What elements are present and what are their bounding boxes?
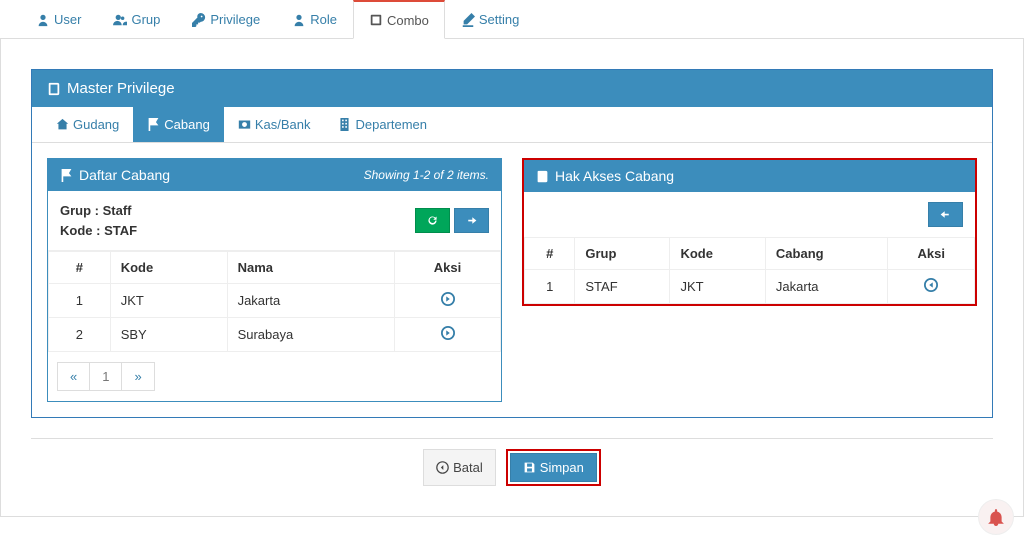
subtab-departemen[interactable]: Departemen <box>324 107 441 142</box>
book-icon <box>536 170 549 183</box>
add-row-button[interactable] <box>441 294 455 309</box>
tab-label: Role <box>310 12 337 27</box>
flag-icon <box>147 118 160 131</box>
building-icon <box>338 118 351 131</box>
money-icon <box>238 118 251 131</box>
col-aksi: Aksi <box>395 252 501 284</box>
tab-label: Privilege <box>210 12 260 27</box>
sub-tabs: Gudang Cabang Kas/Bank Departemen <box>32 107 992 143</box>
tab-grup[interactable]: Grup <box>97 0 176 38</box>
col-grup: Grup <box>575 238 670 270</box>
flag-icon <box>60 169 73 182</box>
col-num: # <box>525 238 575 270</box>
daftar-cabang-box: Daftar Cabang Showing 1-2 of 2 items. Gr… <box>47 158 502 402</box>
tab-user[interactable]: User <box>20 0 97 38</box>
user-icon <box>36 13 50 27</box>
subtab-label: Cabang <box>164 117 210 132</box>
col-cabang: Cabang <box>765 238 888 270</box>
tab-label: Combo <box>387 13 429 28</box>
box-title: Hak Akses Cabang <box>555 168 674 184</box>
bell-icon <box>987 508 1005 526</box>
page-next[interactable]: » <box>121 362 154 391</box>
simpan-button[interactable]: Simpan <box>510 453 597 482</box>
page-number[interactable]: 1 <box>89 362 122 391</box>
page-prev[interactable]: « <box>57 362 90 391</box>
table-row: 1 JKT Jakarta <box>49 284 501 318</box>
tab-role[interactable]: Role <box>276 0 353 38</box>
subtab-cabang[interactable]: Cabang <box>133 107 224 142</box>
col-num: # <box>49 252 111 284</box>
col-kode: Kode <box>110 252 227 284</box>
group-info: Grup : Staff Kode : STAF <box>60 201 137 240</box>
arrow-left-icon <box>939 208 952 221</box>
box-title: Daftar Cabang <box>79 167 170 183</box>
unassign-all-button[interactable] <box>928 202 963 227</box>
role-icon <box>292 13 306 27</box>
refresh-button[interactable] <box>415 208 450 233</box>
users-icon <box>113 13 127 27</box>
footer-buttons: Batal Simpan <box>31 438 993 496</box>
remove-row-button[interactable] <box>924 280 938 295</box>
key-icon <box>192 13 206 27</box>
akses-table: # Grup Kode Cabang Aksi 1 ST <box>524 237 975 304</box>
batal-button[interactable]: Batal <box>423 449 496 486</box>
book-icon <box>369 13 383 27</box>
subtab-label: Departemen <box>355 117 427 132</box>
tab-setting[interactable]: Setting <box>445 0 535 38</box>
add-row-button[interactable] <box>441 328 455 343</box>
list-summary: Showing 1-2 of 2 items. <box>364 168 489 182</box>
refresh-icon <box>426 214 439 227</box>
hak-akses-box: Hak Akses Cabang # <box>522 158 977 306</box>
master-privilege-panel: Master Privilege Gudang Cabang Kas/Bank <box>31 69 993 418</box>
col-aksi: Aksi <box>888 238 975 270</box>
subtab-label: Kas/Bank <box>255 117 311 132</box>
arrow-circle-right-icon <box>441 326 455 340</box>
arrow-right-icon <box>465 214 478 227</box>
tab-label: Grup <box>131 12 160 27</box>
book-icon <box>47 82 61 96</box>
cabang-table: # Kode Nama Aksi 1 JKT Jakar <box>48 251 501 352</box>
simpan-highlight: Simpan <box>506 449 601 486</box>
col-nama: Nama <box>227 252 394 284</box>
save-icon <box>523 461 536 474</box>
home-icon <box>56 118 69 131</box>
tab-combo[interactable]: Combo <box>353 0 445 39</box>
notification-bell[interactable] <box>978 499 1014 535</box>
table-row: 2 SBY Surabaya <box>49 318 501 352</box>
pagination: « 1 » <box>48 352 501 401</box>
tab-label: User <box>54 12 81 27</box>
col-kode: Kode <box>670 238 765 270</box>
assign-all-button[interactable] <box>454 208 489 233</box>
subtab-kasbank[interactable]: Kas/Bank <box>224 107 325 142</box>
tab-label: Setting <box>479 12 519 27</box>
arrow-circle-right-icon <box>441 292 455 306</box>
edit-icon <box>461 13 475 27</box>
table-row: 1 STAF JKT Jakarta <box>525 270 975 304</box>
subtab-gudang[interactable]: Gudang <box>42 107 133 142</box>
arrow-circle-left-icon <box>924 278 938 292</box>
subtab-label: Gudang <box>73 117 119 132</box>
back-icon <box>436 461 449 474</box>
panel-heading: Master Privilege <box>32 70 992 107</box>
main-nav-tabs: User Grup Privilege Role Combo Setting <box>0 0 1024 39</box>
tab-content: Master Privilege Gudang Cabang Kas/Bank <box>0 39 1024 517</box>
tab-privilege[interactable]: Privilege <box>176 0 276 38</box>
panel-title: Master Privilege <box>67 80 175 97</box>
